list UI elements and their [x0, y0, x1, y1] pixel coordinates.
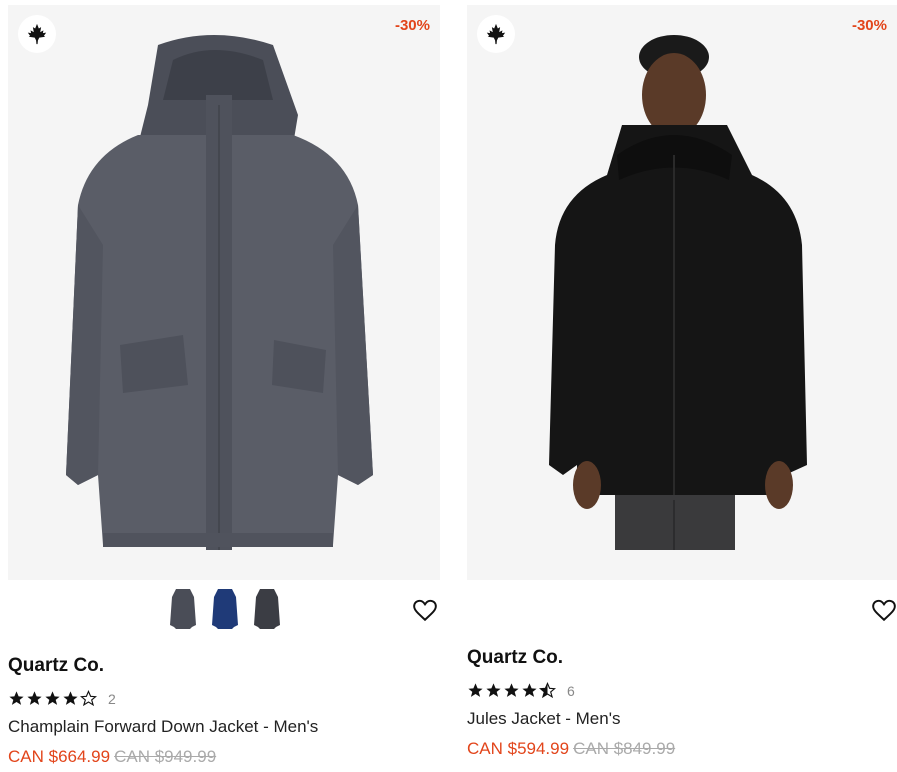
swatch-navy[interactable] — [210, 587, 240, 631]
product-card[interactable]: -30% Quartz Co. 6 Jules Jacket - Men's C… — [467, 0, 897, 758]
discount-badge: -30% — [394, 17, 430, 34]
price-block: CAN $594.99 CAN $849.99 — [467, 739, 675, 759]
discount-badge: -30% — [851, 17, 887, 34]
product-name[interactable]: Jules Jacket - Men's — [467, 709, 620, 729]
product-image[interactable]: -30% — [467, 5, 897, 580]
sale-price: CAN $664.99 — [8, 747, 111, 766]
star-half-icon — [539, 682, 556, 699]
product-brand[interactable]: Quartz Co. — [8, 655, 104, 677]
wishlist-heart-icon[interactable] — [871, 597, 897, 623]
price-block: CAN $664.99 CAN $949.99 — [8, 747, 216, 767]
product-name[interactable]: Champlain Forward Down Jacket - Men's — [8, 717, 318, 737]
wishlist-heart-icon[interactable] — [412, 597, 438, 623]
star-full-icon — [27, 691, 42, 705]
star-full-icon — [63, 691, 78, 705]
star-full-icon — [45, 691, 60, 705]
product-brand[interactable]: Quartz Co. — [467, 647, 563, 669]
product-image[interactable]: -30% — [8, 5, 440, 580]
rating-count: 2 — [108, 690, 116, 707]
man-in-black-jacket-image — [549, 35, 807, 550]
color-swatches — [168, 587, 282, 631]
star-rating: 2 — [8, 690, 116, 707]
sale-price: CAN $594.99 — [467, 739, 570, 758]
star-full-icon — [468, 683, 483, 697]
original-price: CAN $849.99 — [573, 739, 676, 758]
star-full-icon — [504, 683, 519, 697]
product-card[interactable]: -30% Quartz Co. 2 Champlain Forward Down… — [8, 0, 440, 766]
star-empty-icon — [80, 690, 97, 707]
swatch-grey[interactable] — [168, 587, 198, 631]
rating-count: 6 — [567, 682, 575, 699]
grey-parka-image — [66, 35, 373, 550]
canada-maple-leaf-icon — [18, 15, 56, 53]
star-full-icon — [522, 683, 537, 697]
canada-maple-leaf-icon — [477, 15, 515, 53]
original-price: CAN $949.99 — [114, 747, 217, 766]
star-full-icon — [9, 691, 24, 705]
star-full-icon — [486, 683, 501, 697]
star-rating: 6 — [467, 682, 575, 699]
swatch-charcoal[interactable] — [252, 587, 282, 631]
